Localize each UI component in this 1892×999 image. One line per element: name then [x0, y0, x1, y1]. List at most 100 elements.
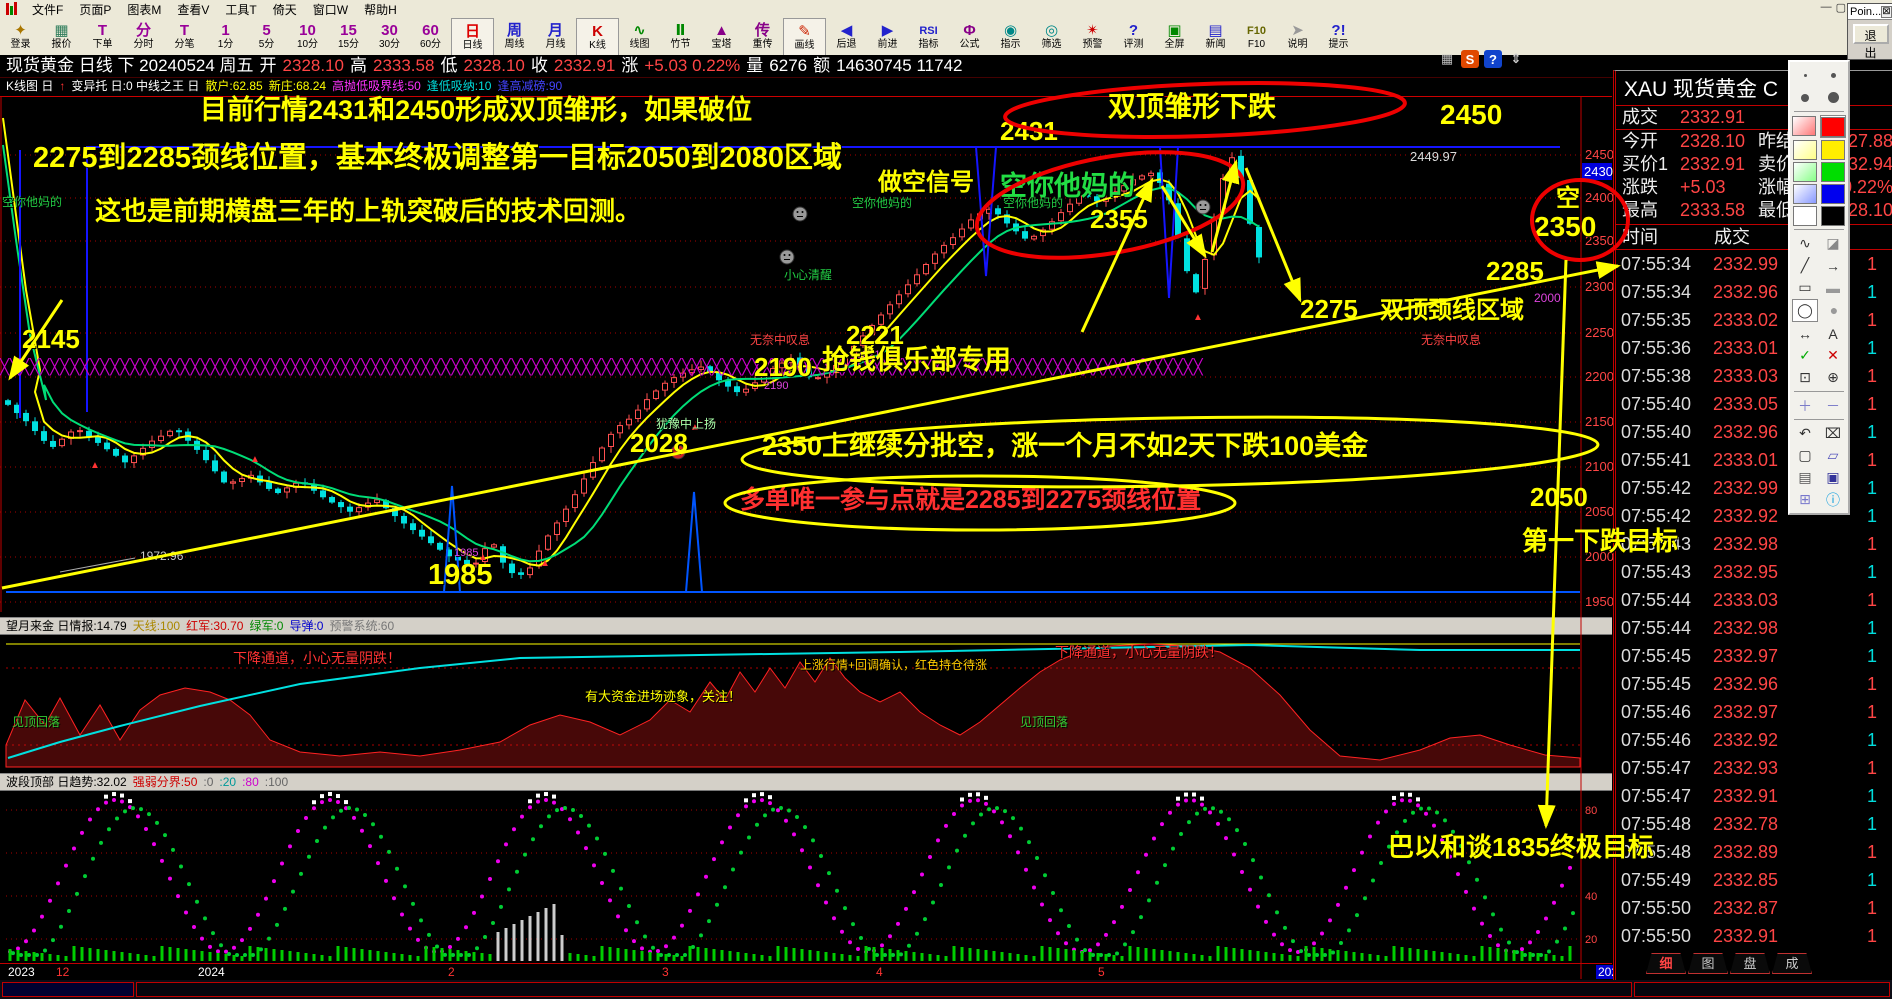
tick-row: 07:55:382333.031 [1616, 362, 1892, 390]
time-sales-list[interactable]: 07:55:342332.99107:55:342332.96107:55:35… [1616, 250, 1892, 950]
candlestick-chart[interactable]: 2450240023502300225022002150210020502000… [0, 0, 1892, 999]
tick-row: 07:55:422332.991 [1616, 474, 1892, 502]
color-black[interactable] [1821, 205, 1845, 226]
pen-size-2[interactable] [1821, 65, 1845, 86]
panel2-signal-text: 下降通道，小心无量阴跌！ [1055, 645, 1223, 660]
tab-图[interactable]: 图 [1688, 953, 1728, 974]
panel3-axis-label: 80 [1585, 805, 1597, 817]
tick-row: 07:55:402333.051 [1616, 390, 1892, 418]
tick-row: 07:55:342332.961 [1616, 278, 1892, 306]
tick-row: 07:55:462332.921 [1616, 726, 1892, 754]
panel2-signal-text: 见顶回落 [1020, 716, 1068, 729]
current-price-tag: 2430 [1584, 164, 1613, 179]
copy-button[interactable]: ▱ [1821, 445, 1845, 466]
tick-row: 07:55:432332.951 [1616, 558, 1892, 586]
quote-row: 成交2332.91 [1616, 106, 1892, 129]
pen-size-3[interactable] [1793, 87, 1817, 108]
minimize-icon[interactable]: — [1821, 1, 1832, 14]
app-window: 文件F页面P图表M查看V工具T倚天窗口W帮助H ✦登录▦报价T下单分分时T分笔1… [0, 0, 1892, 999]
tab-细[interactable]: 细 [1646, 953, 1686, 974]
filled-rect-tool[interactable]: ▬ [1821, 277, 1845, 298]
color-yellow[interactable] [1821, 139, 1845, 160]
color-green-light[interactable] [1793, 161, 1817, 182]
tick-row: 07:55:502332.871 [1616, 894, 1892, 922]
price-axis-label: 2300 [1585, 279, 1614, 294]
buy-signal-arrow-icon: ▲ [1193, 312, 1203, 323]
tick-row: 07:55:452332.961 [1616, 670, 1892, 698]
panel2-signal-text: 下降通道，小心无量阴跌！ [233, 651, 401, 666]
panel-button[interactable]: ⊞ [1793, 489, 1817, 510]
grid-icon[interactable]: ▦ [1438, 50, 1456, 68]
tick-row: 07:55:442332.981 [1616, 614, 1892, 642]
line-tool[interactable]: ╱ [1793, 255, 1817, 276]
panel3-axis-label: 20 [1585, 934, 1597, 946]
check-mark-tool[interactable]: ✓ [1793, 345, 1817, 366]
tick-row: 07:55:432332.981 [1616, 530, 1892, 558]
maximize-icon[interactable]: ▢ [1836, 1, 1846, 14]
color-red[interactable] [1820, 115, 1846, 138]
color-blue[interactable] [1821, 183, 1845, 204]
tray-icons: ▦ S? ⇕ [1438, 48, 1525, 70]
col-price: 成交 [1714, 225, 1750, 249]
increase-button[interactable]: ＋ [1793, 395, 1817, 416]
print-button[interactable]: ▤ [1793, 467, 1817, 488]
select-region-tool[interactable]: ⊡ [1793, 367, 1817, 388]
pen-size-1[interactable] [1793, 65, 1817, 86]
price-axis-label: 1950 [1585, 594, 1614, 609]
color-white[interactable] [1793, 205, 1817, 226]
tick-row: 07:55:352333.021 [1616, 306, 1892, 334]
buy-signal-arrow-icon: ▲ [90, 460, 100, 471]
smiley-icon [793, 207, 807, 221]
price-axis-label: 2250 [1585, 325, 1614, 340]
close-icon[interactable]: ⊠ [1881, 6, 1891, 18]
eraser-tool[interactable]: ◪ [1821, 233, 1845, 254]
save-button[interactable]: ▣ [1821, 467, 1845, 488]
arrow-tool[interactable]: → [1821, 255, 1845, 276]
color-yellow-light[interactable] [1793, 139, 1817, 160]
price-axis-label: 2450 [1585, 147, 1614, 162]
tick-row: 07:55:472332.911 [1616, 782, 1892, 810]
color-red-light[interactable] [1792, 115, 1816, 136]
window-controls: —▢ [1821, 1, 1846, 14]
tab-盘[interactable]: 盘 [1730, 953, 1770, 974]
price-axis-label: 2350 [1585, 233, 1614, 248]
tick-row: 07:55:422332.921 [1616, 502, 1892, 530]
filled-ellipse-tool[interactable]: ● [1822, 299, 1846, 320]
price-axis-label: 2400 [1585, 190, 1614, 205]
color-blue-light[interactable] [1793, 183, 1817, 204]
pen-size-4[interactable] [1821, 87, 1845, 108]
tick-row: 07:55:462332.971 [1616, 698, 1892, 726]
buy-signal-arrow-icon: ▲ [478, 552, 488, 563]
rect-tool[interactable]: ▭ [1793, 277, 1817, 298]
tick-row: 07:55:412333.011 [1616, 446, 1892, 474]
smiley-icon [671, 445, 685, 459]
buy-signal-arrow-icon: ▲ [250, 454, 260, 465]
delete-button[interactable]: ⌧ [1821, 423, 1845, 444]
exit-button[interactable]: 退出 [1853, 24, 1889, 44]
ellipse-tool[interactable]: ◯ [1792, 299, 1818, 322]
cross-mark-tool[interactable]: ✕ [1821, 345, 1845, 366]
updown-icon[interactable]: ⇕ [1507, 50, 1525, 68]
point-window-title: Poin... [1850, 6, 1881, 18]
price-axis-label: 2050 [1585, 504, 1614, 519]
tick-row: 07:55:502332.911 [1616, 922, 1892, 950]
info-button[interactable]: ⓘ [1821, 489, 1845, 510]
help-icon[interactable]: ? [1484, 50, 1502, 68]
zoom-in-tool[interactable]: ⊕ [1821, 367, 1845, 388]
undo-button[interactable]: ↶ [1793, 423, 1817, 444]
text-tool[interactable]: A [1821, 323, 1845, 344]
drawing-palette: ∿◪╱→▭▬◯●↔A✓✕⊡⊕＋－↶⌧▢▱▤▣⊞ⓘ [1788, 60, 1850, 515]
decrease-button[interactable]: － [1821, 395, 1845, 416]
freehand-tool[interactable]: ∿ [1793, 233, 1817, 254]
color-green[interactable] [1821, 161, 1845, 182]
tick-row: 07:55:362333.011 [1616, 334, 1892, 362]
sogou-icon[interactable]: S [1461, 50, 1479, 68]
new-button[interactable]: ▢ [1793, 445, 1817, 466]
tab-成[interactable]: 成 [1772, 953, 1812, 974]
double-arrow-tool[interactable]: ↔ [1793, 323, 1817, 344]
point-window: Poin... ⊠ 退出 [1847, 3, 1892, 60]
panel2-signal-text: 上涨行情+回调确认，红色持仓待涨 [800, 659, 987, 672]
tick-row: 07:55:442333.031 [1616, 586, 1892, 614]
buy-signal-arrow-icon: ▲ [690, 422, 700, 433]
quote-row: 涨跌+5.03涨幅0.22% [1616, 176, 1892, 199]
